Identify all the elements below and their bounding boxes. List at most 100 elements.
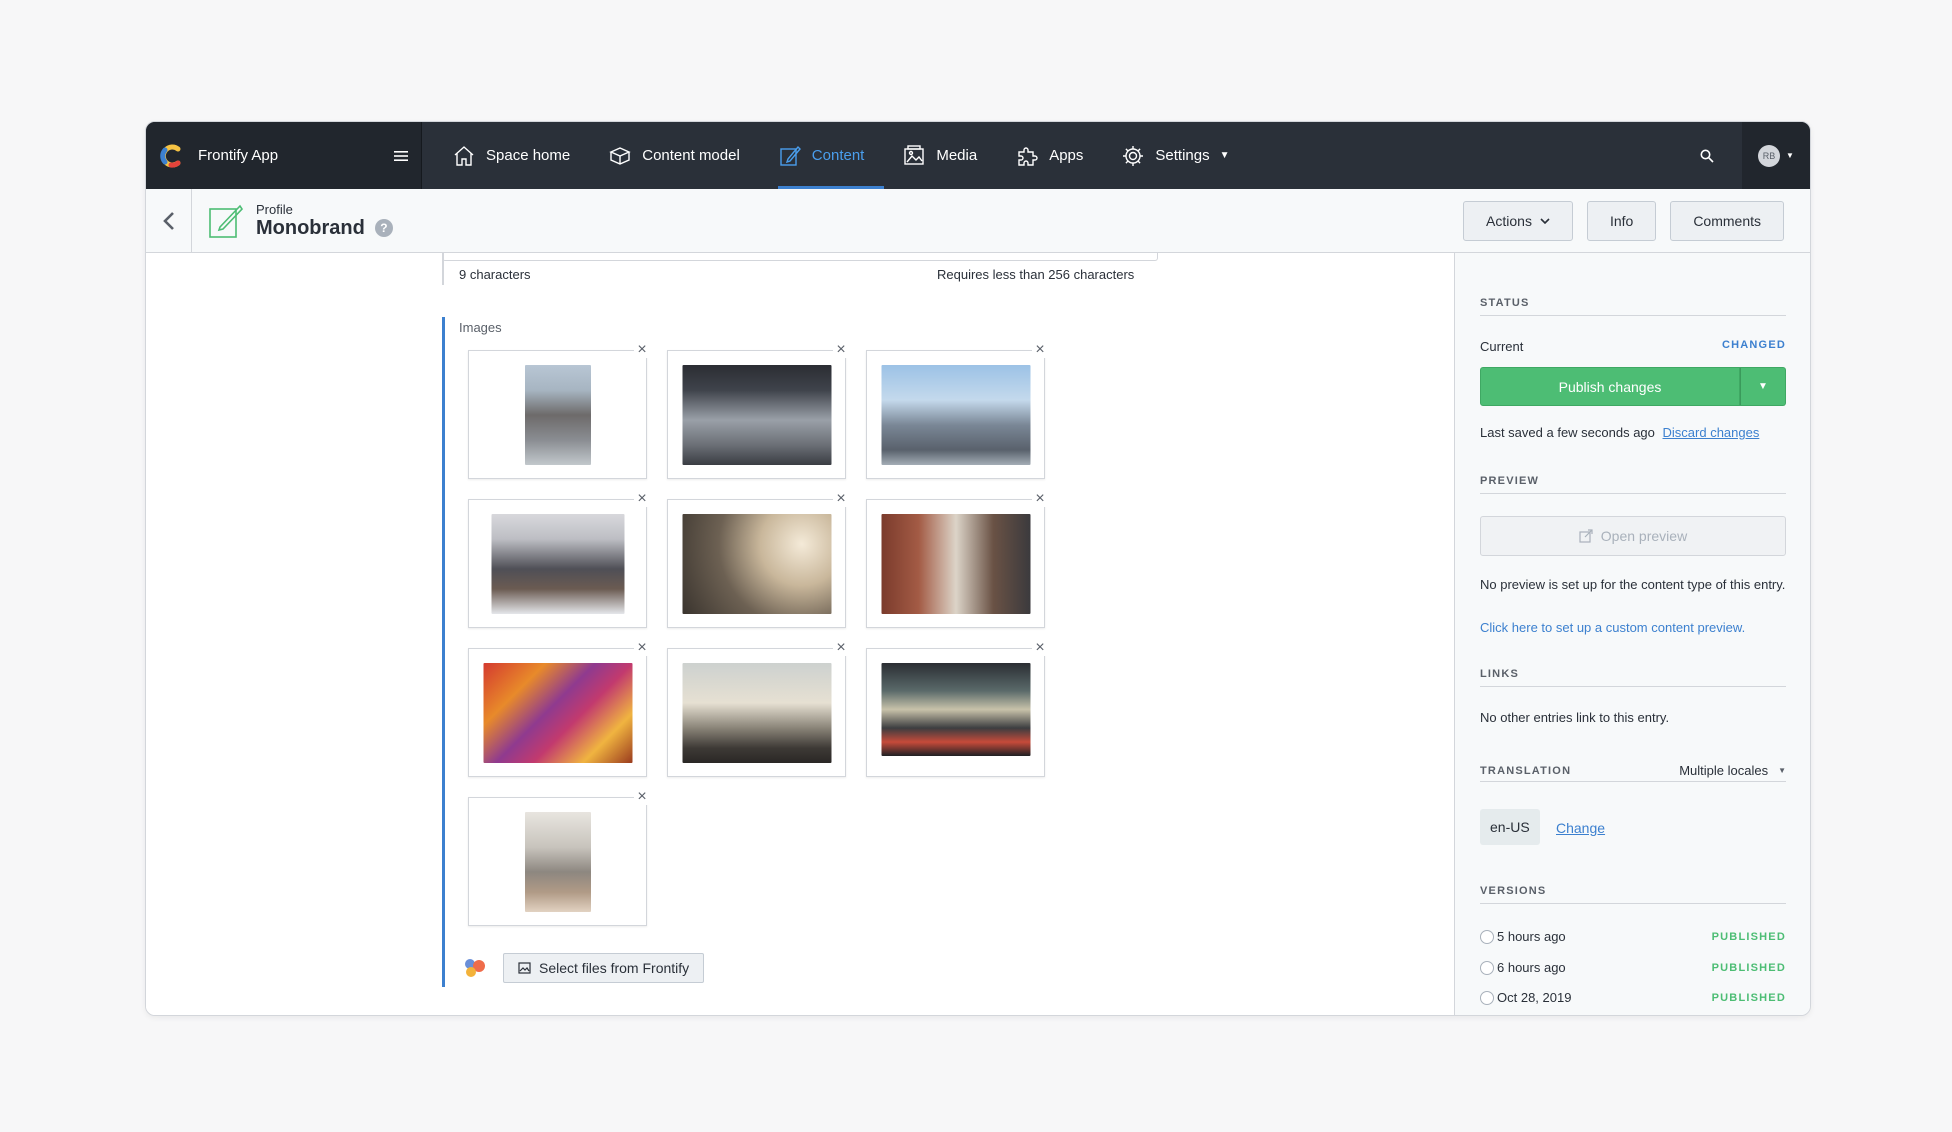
close-icon[interactable]: × — [634, 640, 650, 656]
top-nav: Frontify App Space home Content model Co… — [146, 122, 1810, 189]
comments-button[interactable]: Comments — [1670, 200, 1784, 241]
image-thumbnail[interactable]: × — [468, 640, 650, 777]
versions-heading: VERSIONS — [1480, 885, 1786, 904]
version-item[interactable]: 6 hours ago PUBLISHED — [1480, 960, 1786, 975]
publish-options-button[interactable]: ▼ — [1740, 367, 1786, 406]
frontify-logo-icon — [465, 959, 485, 977]
locale-mode-select[interactable]: Multiple locales ▼ — [1679, 763, 1786, 778]
search-button[interactable] — [1672, 122, 1742, 189]
field-indicator — [442, 253, 444, 285]
nav-label: Media — [936, 147, 978, 164]
city-skyline-pier-photo — [491, 514, 624, 614]
status-badge: CHANGED — [1721, 339, 1786, 351]
last-saved-text: Last saved a few seconds ago — [1480, 425, 1655, 440]
puzzle-icon — [1018, 146, 1038, 166]
close-icon[interactable]: × — [833, 640, 849, 656]
image-thumbnail[interactable]: × — [468, 342, 650, 479]
version-item[interactable]: 5 hours ago PUBLISHED — [1480, 929, 1786, 944]
version-status-badge: PUBLISHED — [1711, 961, 1786, 974]
close-icon[interactable]: × — [833, 342, 849, 358]
close-icon[interactable]: × — [1032, 640, 1048, 656]
street-bridge-photo — [524, 365, 591, 465]
info-button[interactable]: Info — [1586, 200, 1657, 241]
highway-light-trails-photo — [881, 663, 1030, 756]
select-files-button[interactable]: Select files from Frontify — [503, 953, 705, 983]
caret-down-icon: ▼ — [1786, 151, 1794, 160]
avatar: RB — [1758, 144, 1781, 167]
locale-tag: en-US — [1480, 809, 1540, 845]
preview-note: No preview is set up for the content typ… — [1480, 577, 1786, 592]
content-type-label: Profile — [256, 201, 293, 217]
change-locale-link[interactable]: Change — [1556, 820, 1605, 836]
close-icon[interactable]: × — [1032, 491, 1048, 507]
search-icon — [1700, 149, 1714, 163]
image-thumbnail[interactable]: × — [866, 640, 1048, 777]
nav-label: Apps — [1049, 147, 1084, 164]
help-icon[interactable]: ? — [374, 219, 393, 237]
header-actions: Actions Info Comments — [1463, 200, 1784, 241]
image-thumbnail[interactable]: × — [667, 640, 849, 777]
version-time: Oct 28, 2019 — [1497, 990, 1572, 1005]
chevron-down-icon — [1540, 217, 1550, 224]
translation-heading: TRANSLATION — [1480, 764, 1572, 777]
select-files-label: Select files from Frontify — [539, 960, 690, 976]
skyscraper-city-photo — [682, 663, 831, 763]
elevated-train-street-photo — [682, 365, 831, 465]
image-thumbnail[interactable]: × — [866, 491, 1048, 628]
actions-label: Actions — [1486, 212, 1532, 229]
version-radio[interactable] — [1480, 929, 1494, 944]
close-icon[interactable]: × — [634, 789, 650, 805]
external-link-icon — [1579, 529, 1593, 543]
close-icon[interactable]: × — [1032, 342, 1048, 358]
caret-down-icon: ▼ — [1758, 381, 1768, 392]
close-icon[interactable]: × — [833, 491, 849, 507]
close-icon[interactable]: × — [634, 342, 650, 358]
image-thumbnail[interactable]: × — [468, 491, 650, 628]
page-title: Monobrand ? — [256, 217, 393, 240]
publish-changes-button[interactable]: Publish changes — [1480, 367, 1740, 406]
image-thumbnail[interactable]: × — [667, 342, 849, 479]
text-input-bottom[interactable] — [442, 253, 1158, 261]
entry-title-text: Monobrand — [256, 216, 365, 239]
nav-media[interactable]: Media — [902, 122, 997, 189]
main-nav: Space home Content model Content Media A… — [422, 122, 1672, 189]
image-thumbnail[interactable]: × — [866, 342, 1048, 479]
gear-icon — [1123, 145, 1144, 166]
actions-button[interactable]: Actions — [1463, 200, 1573, 241]
image-thumbnail[interactable]: × — [667, 491, 849, 628]
box-icon — [609, 146, 631, 165]
version-time: 5 hours ago — [1497, 929, 1566, 944]
home-icon — [454, 145, 474, 166]
nav-space-home[interactable]: Space home — [452, 122, 590, 189]
links-note: No other entries link to this entry. — [1480, 710, 1670, 725]
space-switcher[interactable]: Frontify App — [146, 122, 422, 189]
close-icon[interactable]: × — [634, 491, 650, 507]
app-window: Frontify App Space home Content model Co… — [145, 121, 1811, 1016]
setup-preview-link[interactable]: Click here to set up a custom content pr… — [1480, 620, 1745, 635]
version-radio[interactable] — [1480, 990, 1494, 1005]
version-radio[interactable] — [1480, 960, 1494, 975]
nav-content[interactable]: Content — [777, 122, 885, 189]
open-preview-button[interactable]: Open preview — [1480, 516, 1786, 556]
translation-row: TRANSLATION Multiple locales ▼ — [1480, 763, 1786, 782]
account-menu[interactable]: RB ▼ — [1742, 122, 1810, 189]
edit-icon — [780, 145, 801, 166]
nav-content-model[interactable]: Content model — [608, 122, 760, 189]
entry-title-block: Profile Monobrand ? — [256, 202, 393, 240]
menu-icon[interactable] — [381, 150, 421, 162]
back-button[interactable] — [146, 188, 192, 253]
image-icon — [904, 144, 925, 165]
status-row: Current CHANGED — [1480, 339, 1786, 354]
man-walking-city-photo — [524, 812, 591, 912]
character-count: 9 characters — [459, 267, 531, 282]
nav-settings[interactable]: Settings ▼ — [1121, 122, 1249, 189]
status-heading: STATUS — [1480, 297, 1786, 316]
discard-changes-link[interactable]: Discard changes — [1663, 425, 1760, 440]
open-preview-label: Open preview — [1600, 528, 1688, 544]
version-item[interactable]: Oct 28, 2019 PUBLISHED — [1480, 990, 1786, 1005]
images-field: Images × × × × × × × × × × Select files … — [442, 317, 1142, 987]
nav-label: Settings — [1155, 147, 1210, 164]
image-thumbnail[interactable]: × — [468, 789, 650, 926]
nav-apps[interactable]: Apps — [1015, 122, 1103, 189]
entry-edit-icon — [209, 204, 244, 238]
